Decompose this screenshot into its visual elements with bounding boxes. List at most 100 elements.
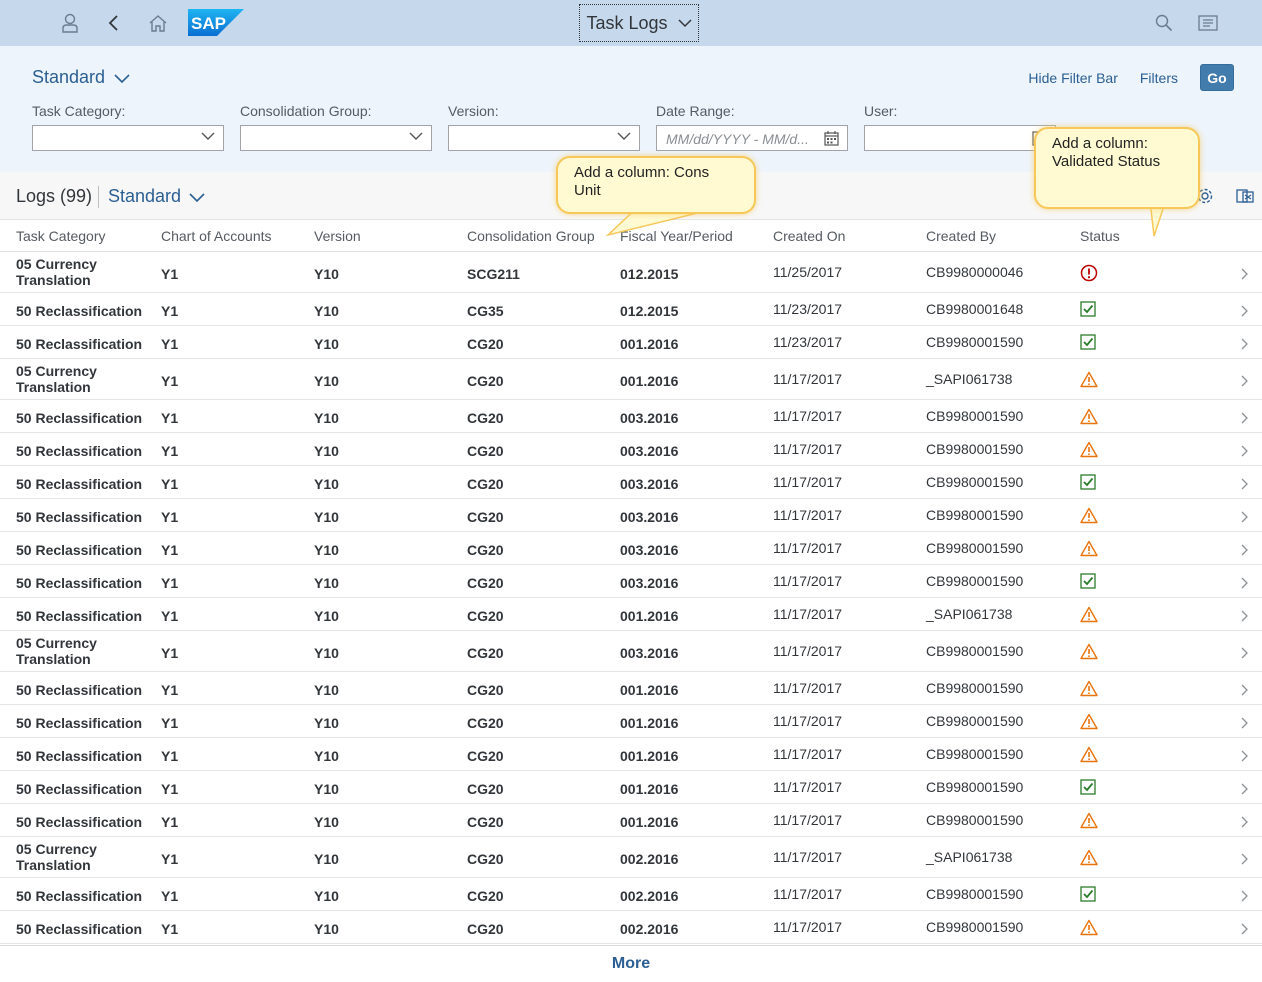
cell-created-on: 11/17/2017 [773, 507, 843, 523]
cell-created-on: 11/17/2017 [773, 680, 843, 696]
column-header-status[interactable]: Status [1080, 228, 1120, 244]
column-header-version[interactable]: Version [314, 228, 361, 244]
cell-chart-of-accounts: Y1 [161, 715, 179, 731]
table-row[interactable]: 05 Currency Translation Y1 Y10 SCG211 012.20… [0, 252, 1262, 293]
cell-created-on: 11/25/2017 [773, 264, 843, 280]
column-header-task-category[interactable]: Task Category [16, 228, 105, 244]
table-row[interactable]: 50 Reclassification Y1 Y10 CG20 003.2016 11/1… [0, 466, 1262, 499]
row-navigation-chevron-icon[interactable] [1241, 716, 1249, 732]
checkbox-check-icon [1080, 573, 1096, 592]
warning-triangle-icon [1080, 540, 1098, 560]
date-range-placeholder: MM/dd/YYYY - MM/d... [666, 131, 809, 147]
cell-created-by: CB9980001590 [926, 474, 1024, 490]
home-icon[interactable] [146, 11, 170, 35]
column-header-created-on[interactable]: Created On [773, 228, 845, 244]
cell-task-category: 50 Reclassification [16, 509, 143, 525]
app-title-menu[interactable]: Task Logs [579, 4, 699, 42]
back-icon[interactable] [102, 11, 126, 35]
callout-validated-status-text: Add a column: Validated Status [1052, 135, 1161, 170]
row-navigation-chevron-icon[interactable] [1241, 889, 1249, 905]
table-row[interactable]: 50 Reclassification Y1 Y10 CG20 003.2016 11/1… [0, 565, 1262, 598]
table-row[interactable]: 50 Reclassification Y1 Y10 CG20 001.2016 11/1… [0, 598, 1262, 631]
calendar-icon[interactable] [824, 131, 839, 146]
filter-variant-select[interactable]: Standard [32, 67, 130, 88]
cell-chart-of-accounts: Y1 [161, 781, 179, 797]
cell-chart-of-accounts: Y1 [161, 266, 179, 282]
more-button[interactable]: More [612, 955, 650, 973]
cell-task-category: 05 Currency Translation [16, 256, 97, 288]
task-category-input[interactable] [32, 125, 224, 151]
go-button[interactable]: Go [1200, 64, 1234, 91]
row-navigation-chevron-icon[interactable] [1241, 852, 1249, 868]
cell-version: Y10 [314, 921, 339, 937]
cell-consolidation-group: CG20 [467, 748, 504, 764]
table-row[interactable]: 50 Reclassification Y1 Y10 CG20 001.2016 11/2… [0, 326, 1262, 359]
chevron-down-icon [409, 132, 423, 140]
table-row[interactable]: 50 Reclassification Y1 Y10 CG20 001.2016 11/1… [0, 672, 1262, 705]
row-navigation-chevron-icon[interactable] [1241, 646, 1249, 662]
user-icon[interactable] [58, 11, 82, 35]
sap-logo[interactable]: SAP [188, 9, 244, 36]
user-input[interactable] [864, 125, 1056, 151]
cell-task-category: 05 Currency Translation [16, 363, 97, 395]
notifications-menu-icon[interactable] [1196, 11, 1220, 35]
table-row[interactable]: 50 Reclassification Y1 Y10 CG20 002.2016 11/1… [0, 878, 1262, 911]
callout-cons-unit: Add a column: Cons Unit [556, 156, 756, 214]
cell-created-on: 11/17/2017 [773, 919, 843, 935]
table-row[interactable]: 50 Reclassification Y1 Y10 CG35 012.2015 11/2… [0, 293, 1262, 326]
table-row[interactable]: 50 Reclassification Y1 Y10 CG20 001.2016 11/1… [0, 804, 1262, 837]
table-row[interactable]: 50 Reclassification Y1 Y10 CG20 001.2016 11/1… [0, 771, 1262, 804]
table-row[interactable]: 05 Currency Translation Y1 Y10 CG20 001.2016… [0, 359, 1262, 400]
row-navigation-chevron-icon[interactable] [1241, 683, 1249, 699]
consolidation-group-input[interactable] [240, 125, 432, 151]
table-row[interactable]: 50 Reclassification Y1 Y10 CG20 001.2016 11/1… [0, 738, 1262, 771]
row-navigation-chevron-icon[interactable] [1241, 922, 1249, 938]
row-navigation-chevron-icon[interactable] [1241, 304, 1249, 320]
row-navigation-chevron-icon[interactable] [1241, 543, 1249, 559]
row-navigation-chevron-icon[interactable] [1241, 444, 1249, 460]
version-label: Version: [448, 103, 499, 119]
table-row[interactable]: 05 Currency Translation Y1 Y10 CG20 003.2016… [0, 631, 1262, 672]
version-input[interactable] [448, 125, 640, 151]
row-navigation-chevron-icon[interactable] [1241, 337, 1249, 353]
table-row[interactable]: 50 Reclassification Y1 Y10 CG20 001.2016 11/1… [0, 705, 1262, 738]
column-header-consolidation-group[interactable]: Consolidation Group [467, 228, 595, 244]
row-navigation-chevron-icon[interactable] [1241, 411, 1249, 427]
column-header-created-by[interactable]: Created By [926, 228, 996, 244]
cell-created-on: 11/17/2017 [773, 408, 843, 424]
cell-created-by: _SAPI061738 [926, 849, 1013, 865]
row-navigation-chevron-icon[interactable] [1241, 576, 1249, 592]
cell-fiscal-year-period: 001.2016 [620, 608, 679, 624]
cell-fiscal-year-period: 003.2016 [620, 542, 679, 558]
table-row[interactable]: 50 Reclassification Y1 Y10 CG20 003.2016 11/1… [0, 532, 1262, 565]
cell-created-by: _SAPI061738 [926, 371, 1013, 387]
row-navigation-chevron-icon[interactable] [1241, 782, 1249, 798]
row-navigation-chevron-icon[interactable] [1241, 815, 1249, 831]
row-navigation-chevron-icon[interactable] [1241, 267, 1249, 283]
row-navigation-chevron-icon[interactable] [1241, 374, 1249, 390]
search-icon[interactable] [1152, 11, 1176, 35]
column-header-chart-of-accounts[interactable]: Chart of Accounts [161, 228, 272, 244]
cell-created-by: _SAPI061738 [926, 606, 1013, 622]
cell-created-by: CB9980001590 [926, 507, 1024, 523]
cell-created-on: 11/17/2017 [773, 371, 843, 387]
table-title: Logs (99) [16, 186, 93, 206]
cell-created-by: CB9980001590 [926, 573, 1024, 589]
filters-link[interactable]: Filters [1140, 70, 1178, 86]
row-navigation-chevron-icon[interactable] [1241, 609, 1249, 625]
warning-triangle-icon [1080, 371, 1098, 391]
checkbox-check-icon [1080, 301, 1096, 320]
table-row[interactable]: 50 Reclassification Y1 Y10 CG20 003.2016 11/1… [0, 433, 1262, 466]
row-navigation-chevron-icon[interactable] [1241, 477, 1249, 493]
table-row[interactable]: 05 Currency Translation Y1 Y10 CG20 002.2016… [0, 837, 1262, 878]
date-range-input[interactable]: MM/dd/YYYY - MM/d... [656, 125, 848, 151]
row-navigation-chevron-icon[interactable] [1241, 510, 1249, 526]
export-excel-icon[interactable] [1236, 187, 1254, 210]
table-row[interactable]: 50 Reclassification Y1 Y10 CG20 003.2016 11/1… [0, 499, 1262, 532]
table-row[interactable]: 50 Reclassification Y1 Y10 CG20 003.2016 11/1… [0, 400, 1262, 433]
row-navigation-chevron-icon[interactable] [1241, 749, 1249, 765]
table-variant-label: Standard [108, 186, 182, 206]
table-variant-select[interactable]: Standard [108, 186, 205, 207]
table-row[interactable]: 50 Reclassification Y1 Y10 CG20 002.2016 11/1… [0, 911, 1262, 944]
hide-filter-bar-link[interactable]: Hide Filter Bar [1028, 70, 1117, 86]
